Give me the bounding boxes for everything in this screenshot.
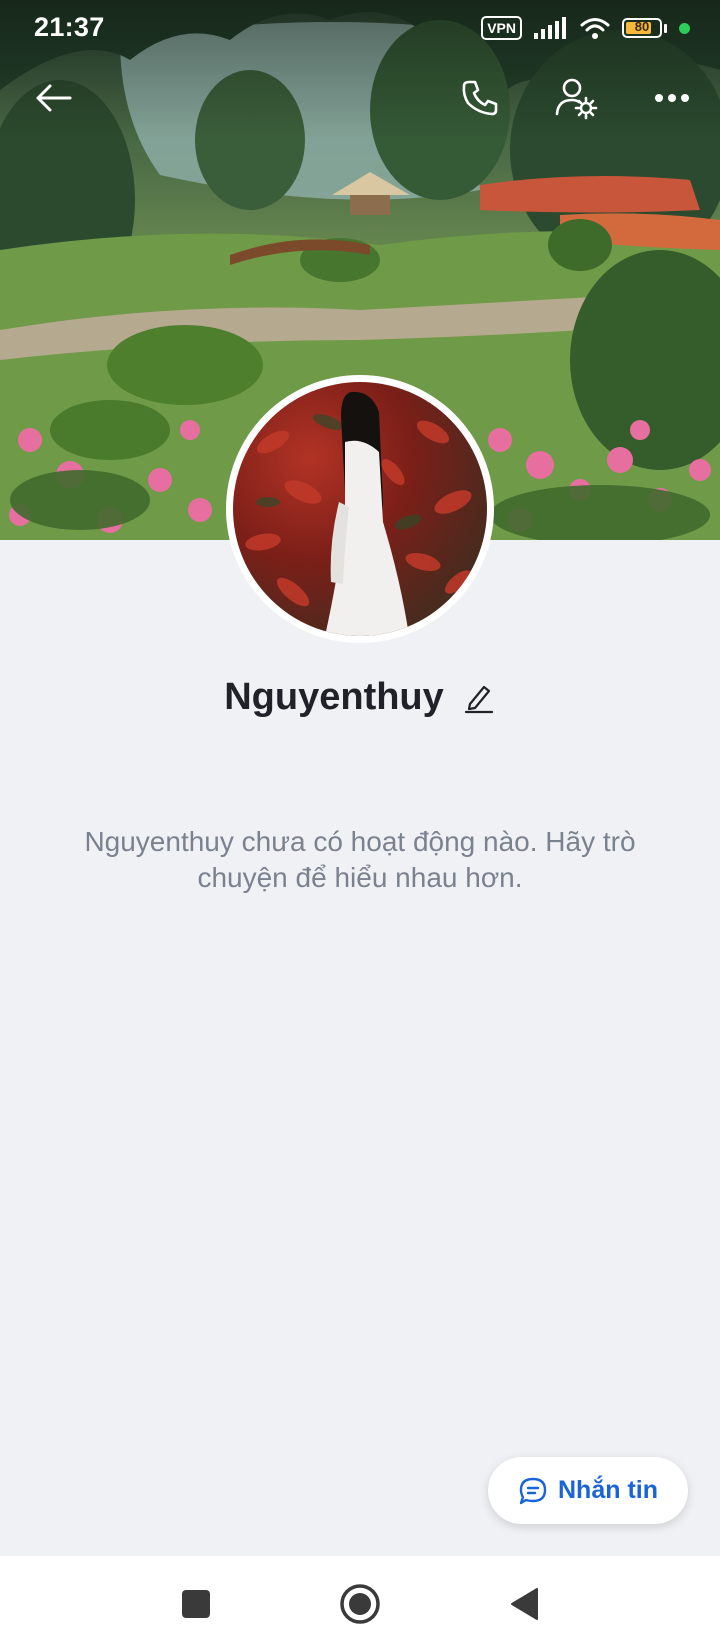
chat-bubble-icon — [519, 1477, 547, 1504]
battery-icon: 80 — [622, 18, 662, 38]
navigation-bar — [0, 1556, 720, 1650]
privacy-dot-icon — [679, 22, 690, 34]
back-triangle-icon — [511, 1588, 538, 1620]
more-dots-icon — [655, 94, 689, 102]
status-time: 21:37 — [34, 12, 105, 42]
battery-tip — [664, 23, 667, 33]
back-button[interactable] — [26, 70, 82, 126]
profile-name: Nguyenthuy — [224, 676, 444, 718]
avatar-photo — [233, 382, 487, 636]
home-circle-icon — [340, 1584, 380, 1624]
recent-apps-square-icon — [182, 1590, 210, 1618]
message-button[interactable]: Nhắn tin — [488, 1457, 688, 1524]
avatar[interactable] — [226, 375, 494, 643]
more-button[interactable] — [644, 70, 700, 126]
profile-name-row: Nguyenthuy — [0, 676, 720, 719]
empty-activity-message: Nguyenthuy chưa có hoạt động nào. Hãy tr… — [84, 826, 636, 893]
user-settings-icon — [555, 78, 598, 120]
user-settings-button[interactable] — [548, 70, 604, 126]
pencil-icon — [464, 685, 493, 713]
vpn-icon: VPN — [481, 16, 522, 40]
recent-apps-button[interactable] — [170, 1578, 222, 1630]
system-back-button[interactable] — [498, 1578, 550, 1630]
status-icons: VPN 80 — [481, 14, 690, 42]
phone-icon — [462, 80, 498, 116]
message-button-label: Nhắn tin — [558, 1476, 658, 1504]
battery-level: 80 — [634, 19, 650, 34]
edit-name-button[interactable] — [462, 681, 496, 715]
back-arrow-icon — [36, 84, 72, 112]
signal-icon — [534, 17, 566, 39]
status-bar: 21:37 VPN 80 — [0, 0, 720, 54]
wifi-icon — [580, 18, 610, 39]
call-button[interactable] — [452, 70, 508, 126]
avatar-photo-figure — [245, 391, 472, 636]
home-button[interactable] — [334, 1578, 386, 1630]
